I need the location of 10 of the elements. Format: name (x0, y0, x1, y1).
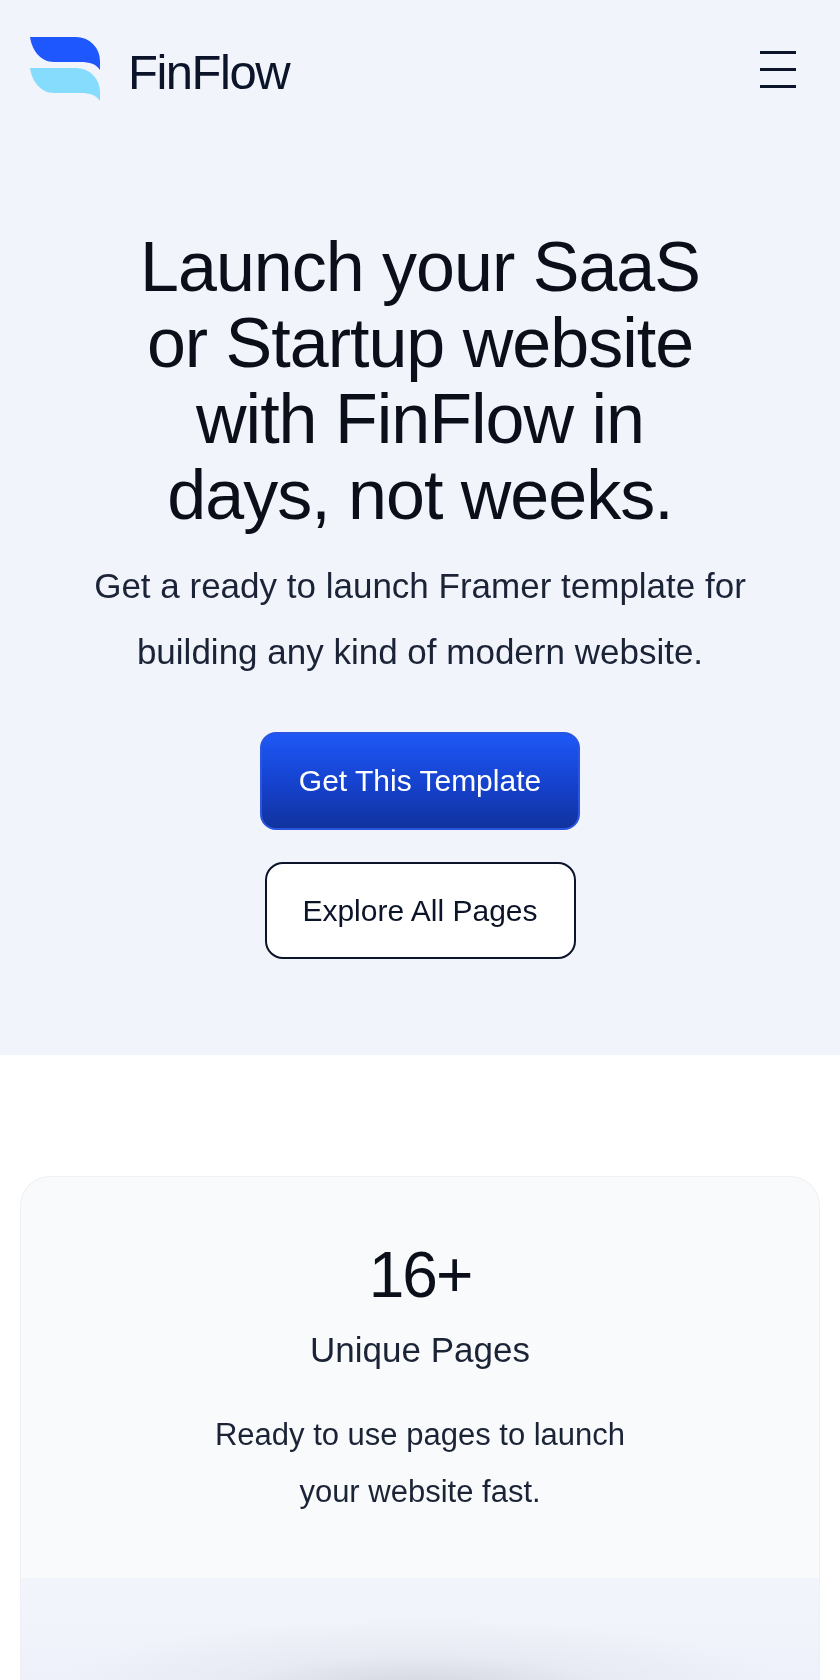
menu-icon[interactable] (760, 51, 796, 88)
explore-pages-button[interactable]: Explore All Pages (264, 862, 576, 959)
brand-name[interactable]: FinFlow (128, 47, 290, 97)
hero-heading: Launch your SaaS or Startup website with FinFlow in days, not weeks. (139, 229, 701, 533)
stat-description: Ready to use pages to launch your website fast. (213, 1416, 627, 1511)
logo-icon[interactable] (30, 37, 100, 101)
hero-subtitle: Get a ready to launch Framer template for building any kind of modern website. (93, 565, 747, 673)
get-template-button[interactable]: Get This Template (260, 732, 580, 830)
stat-value: 16+ (368, 1241, 472, 1309)
stat-title: Unique Pages (310, 1329, 530, 1371)
